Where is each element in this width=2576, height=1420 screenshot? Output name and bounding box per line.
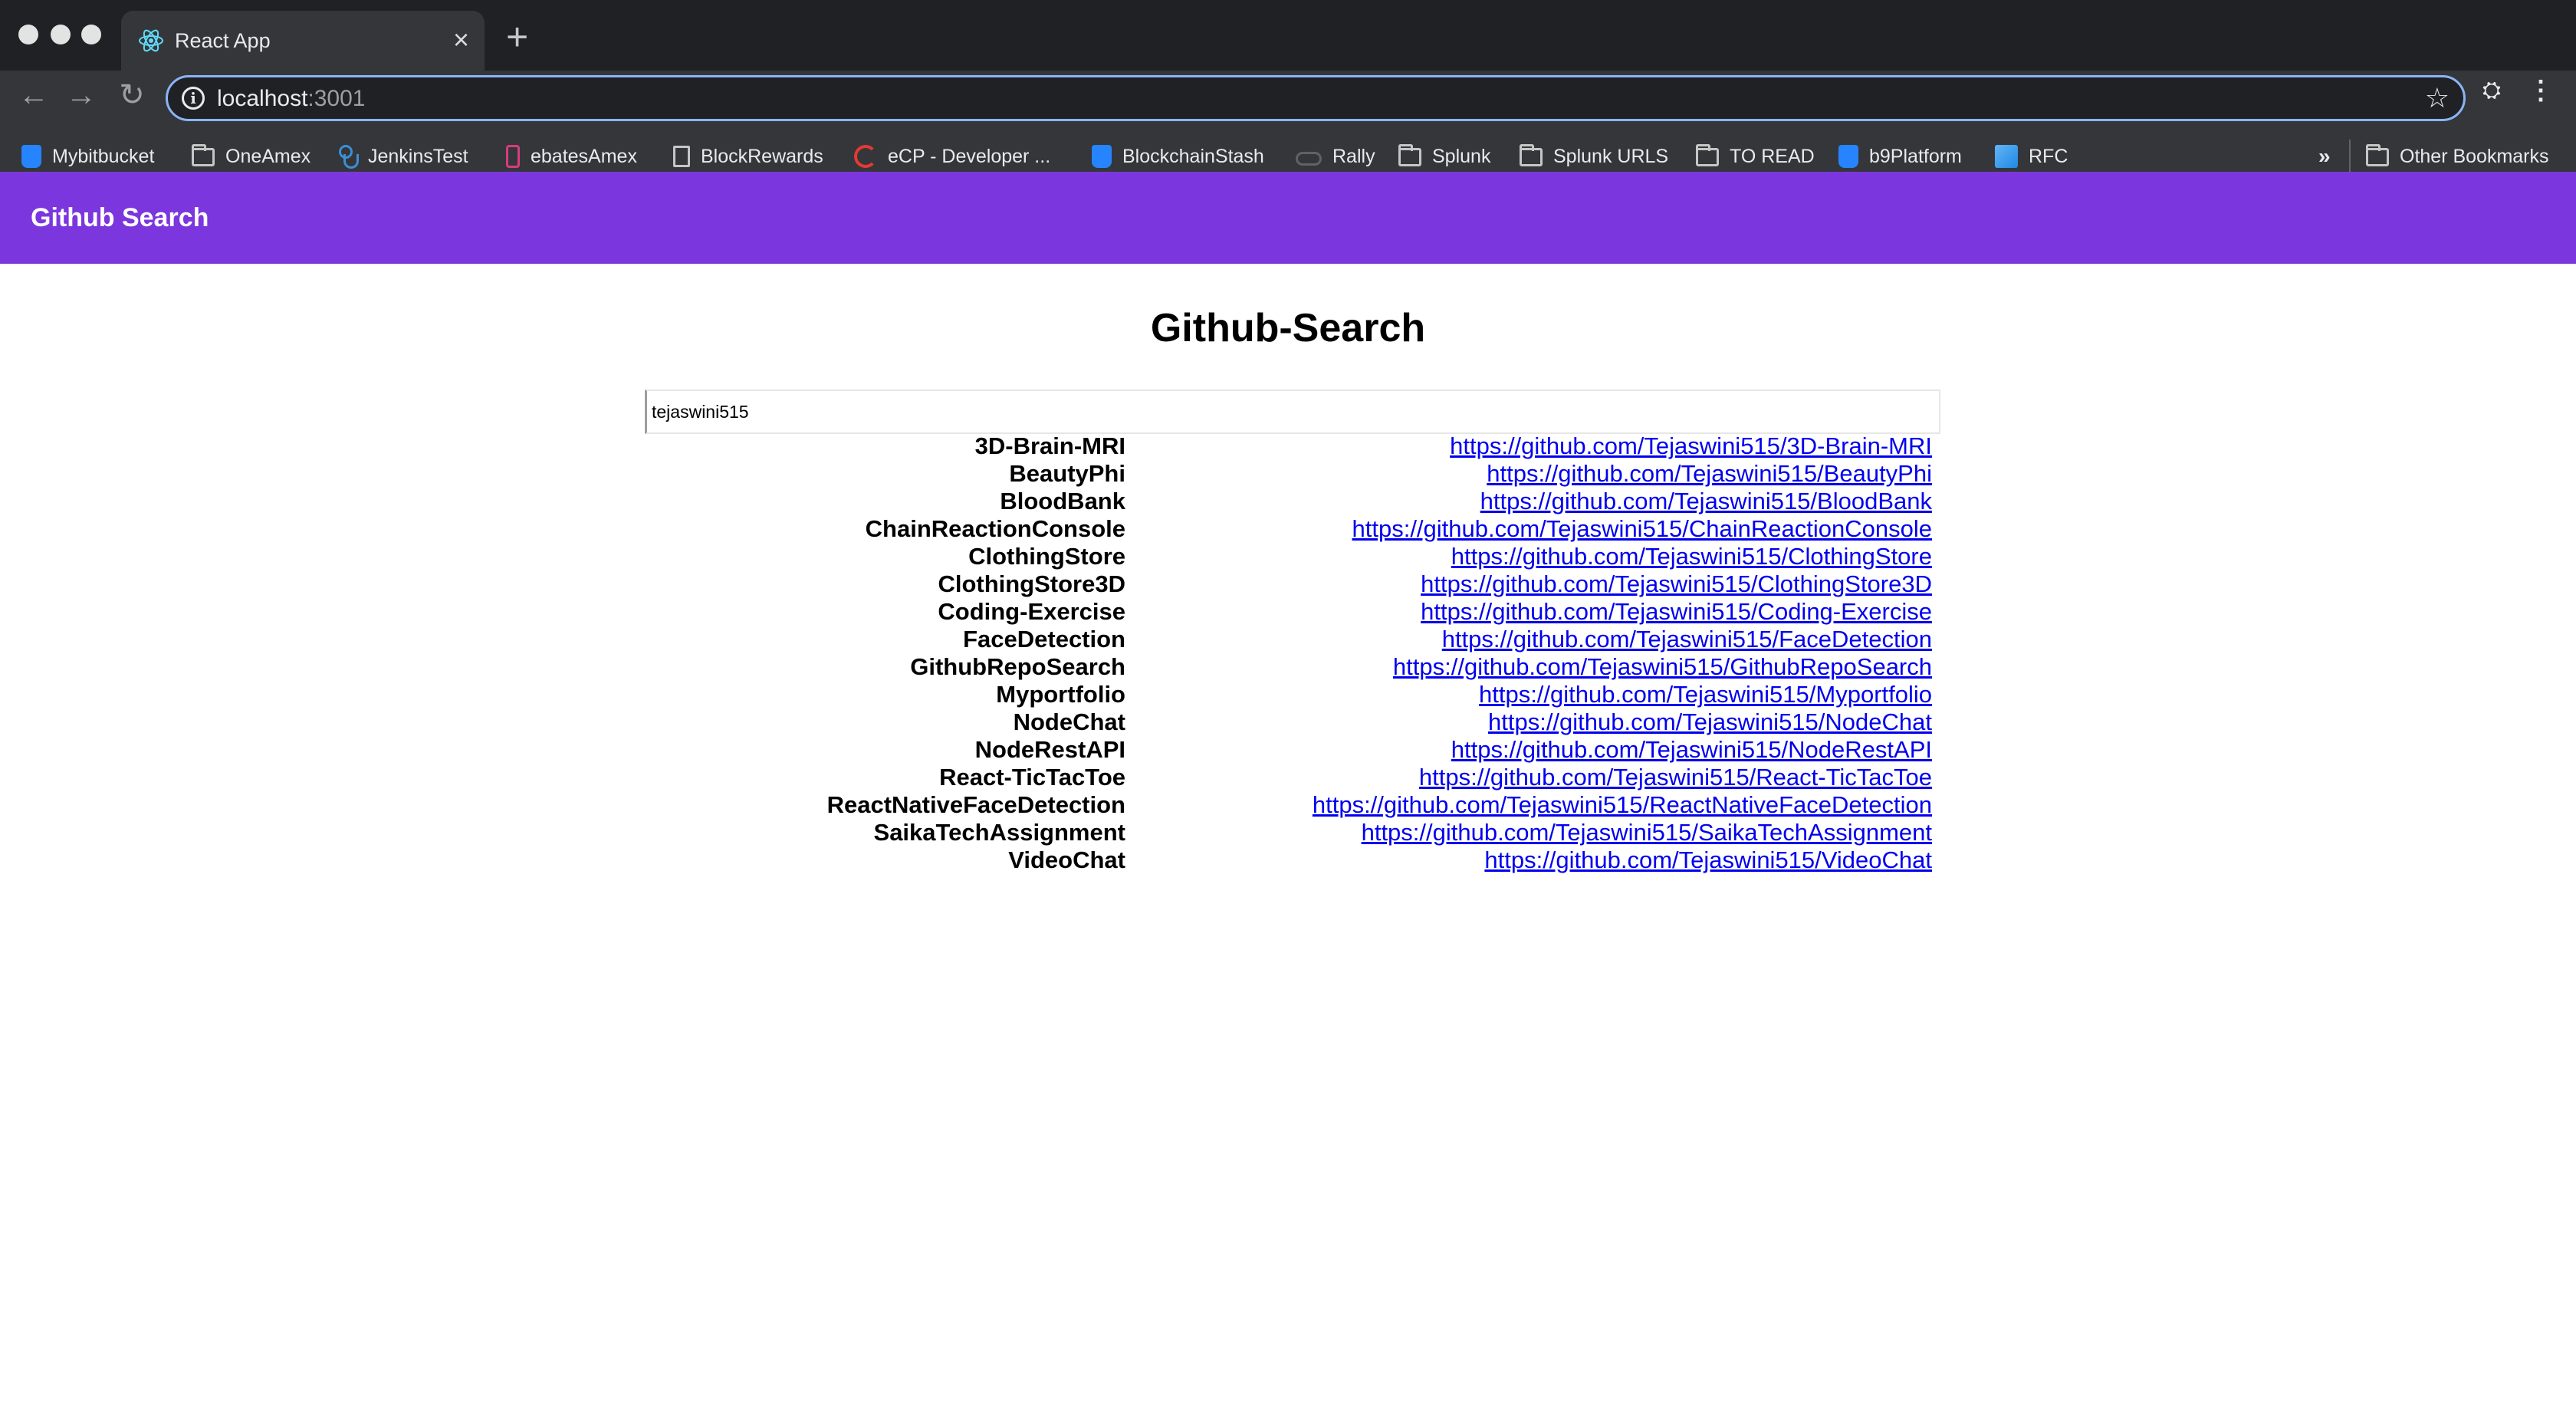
repo-link[interactable]: https://github.com/Tejaswini515/ChainRea…: [1352, 515, 1933, 543]
rally-icon: [1296, 152, 1322, 166]
app-bar: Github Search: [0, 172, 2576, 264]
repo-name: ChainReactionConsole: [865, 515, 1125, 542]
tab-title: React App: [175, 29, 271, 52]
browser-tab-strip: React App × +: [0, 0, 2576, 71]
reload-icon[interactable]: ↻: [112, 75, 152, 115]
repo-row: ClothingStore https://github.com/Tejaswin…: [0, 543, 2576, 570]
repo-link[interactable]: https://github.com/Tejaswini515/3D-Brain…: [1450, 432, 1932, 460]
repo-name: FaceDetection: [963, 626, 1125, 652]
close-window-button[interactable]: [18, 25, 38, 44]
repo-link[interactable]: https://github.com/Tejaswini515/Clothing…: [1451, 543, 1932, 570]
repo-link[interactable]: https://github.com/Tejaswini515/NodeChat: [1488, 708, 1932, 736]
bitbucket-icon: [21, 145, 41, 168]
repo-row: Myportfolio https://github.com/Tejaswini5…: [0, 681, 2576, 708]
repo-row: BeautyPhi https://github.com/Tejaswini515…: [0, 460, 2576, 488]
close-tab-icon[interactable]: ×: [453, 25, 469, 55]
repo-link[interactable]: https://github.com/Tejaswini515/VideoCha…: [1484, 846, 1932, 874]
back-arrow-icon[interactable]: ←: [14, 75, 54, 115]
folder-icon: [1696, 144, 1719, 166]
repo-name: Myportfolio: [996, 681, 1125, 708]
repo-name: 3D-Brain-MRI: [974, 432, 1125, 459]
repo-name: BloodBank: [1000, 488, 1125, 514]
forward-arrow-icon[interactable]: →: [61, 75, 101, 115]
zoom-window-button[interactable]: [81, 25, 101, 44]
repo-name: ClothingStore3D: [938, 570, 1125, 597]
repo-row: React-TicTacToe https://github.com/Tejasw…: [0, 764, 2576, 791]
repo-row: VideoChat https://github.com/Tejaswini515…: [0, 846, 2576, 874]
repo-row: NodeChat https://github.com/Tejaswini515/…: [0, 708, 2576, 736]
search-input[interactable]: [645, 390, 1940, 434]
browser-toolbar: ← → ↻ i localhost:3001 ☆ ⛭ ⋮ Mybitbucket…: [0, 71, 2576, 187]
repo-row: GithubRepoSearch https://github.com/Tejas…: [0, 653, 2576, 681]
repo-link[interactable]: https://github.com/Tejaswini515/Clothing…: [1421, 570, 1932, 598]
page-title: Github-Search: [1150, 306, 1426, 350]
repo-name: GithubRepoSearch: [910, 653, 1125, 680]
bitbucket-icon: [1092, 145, 1112, 168]
repo-row: ReactNativeFaceDetection https://github.c…: [0, 791, 2576, 819]
minimize-window-button[interactable]: [51, 25, 71, 44]
ebates-icon: [506, 145, 520, 168]
folder-icon: [1398, 144, 1421, 166]
repo-link[interactable]: https://github.com/Tejaswini515/Coding-E…: [1421, 598, 1932, 626]
repo-link[interactable]: https://github.com/Tejaswini515/React-Ti…: [1419, 764, 1932, 791]
repo-name: BeautyPhi: [1009, 460, 1125, 487]
rfc-icon: [1995, 145, 2018, 168]
repo-row: BloodBank https://github.com/Tejaswini515…: [0, 488, 2576, 515]
jenkins-icon: [337, 145, 359, 169]
page-icon: [673, 146, 690, 167]
incognito-extension-icon[interactable]: ⛭: [2476, 75, 2507, 106]
repo-link[interactable]: https://github.com/Tejaswini515/GithubRe…: [1393, 653, 1932, 681]
browser-tab-active[interactable]: React App ×: [121, 11, 485, 71]
address-bar[interactable]: i localhost:3001 ☆: [166, 75, 2466, 121]
ecp-icon: [854, 145, 877, 168]
url-text: localhost:3001: [217, 86, 366, 111]
repo-link[interactable]: https://github.com/Tejaswini515/SaikaTec…: [1362, 819, 1932, 846]
repo-link[interactable]: https://github.com/Tejaswini515/BeautyPh…: [1487, 460, 1932, 488]
repo-name: ClothingStore: [968, 543, 1125, 570]
folder-icon: [1520, 144, 1543, 166]
repo-name: ReactNativeFaceDetection: [826, 791, 1125, 818]
repo-row: NodeRestAPI https://github.com/Tejaswini5…: [0, 736, 2576, 764]
browser-menu-icon[interactable]: ⋮: [2525, 75, 2556, 106]
bookmarks-divider: [2349, 140, 2351, 173]
repo-row: FaceDetection https://github.com/Tejaswin…: [0, 626, 2576, 653]
repo-link[interactable]: https://github.com/Tejaswini515/ReactNat…: [1313, 791, 1932, 819]
repo-row: ChainReactionConsole https://github.com/T…: [0, 515, 2576, 543]
repo-link[interactable]: https://github.com/Tejaswini515/Myportfo…: [1479, 681, 1932, 708]
repo-name: NodeRestAPI: [974, 736, 1125, 763]
repo-link[interactable]: https://github.com/Tejaswini515/FaceDete…: [1442, 626, 1932, 653]
bookmark-star-icon[interactable]: ☆: [2425, 82, 2450, 114]
folder-icon: [192, 144, 215, 166]
repo-link[interactable]: https://github.com/Tejaswini515/NodeRest…: [1451, 736, 1932, 764]
repo-name: Coding-Exercise: [938, 598, 1125, 625]
repo-name: NodeChat: [1013, 708, 1125, 735]
repo-name: VideoChat: [1008, 846, 1125, 873]
new-tab-button[interactable]: +: [506, 17, 528, 57]
repo-row: Coding-Exercise https://github.com/Tejasw…: [0, 598, 2576, 626]
app-bar-title: Github Search: [31, 203, 209, 232]
repo-name: React-TicTacToe: [939, 764, 1125, 791]
repo-row: SaikaTechAssignment https://github.com/Te…: [0, 819, 2576, 846]
repo-row: ClothingStore3D https://github.com/Tejasw…: [0, 570, 2576, 598]
folder-icon: [2366, 144, 2389, 166]
site-info-icon[interactable]: i: [182, 87, 205, 110]
repo-row: 3D-Brain-MRI https://github.com/Tejaswini…: [0, 432, 2576, 460]
repo-name: SaikaTechAssignment: [873, 819, 1125, 846]
react-logo-icon: [139, 29, 163, 52]
repo-link[interactable]: https://github.com/Tejaswini515/BloodBan…: [1480, 488, 1932, 515]
bitbucket-icon: [1838, 145, 1858, 168]
